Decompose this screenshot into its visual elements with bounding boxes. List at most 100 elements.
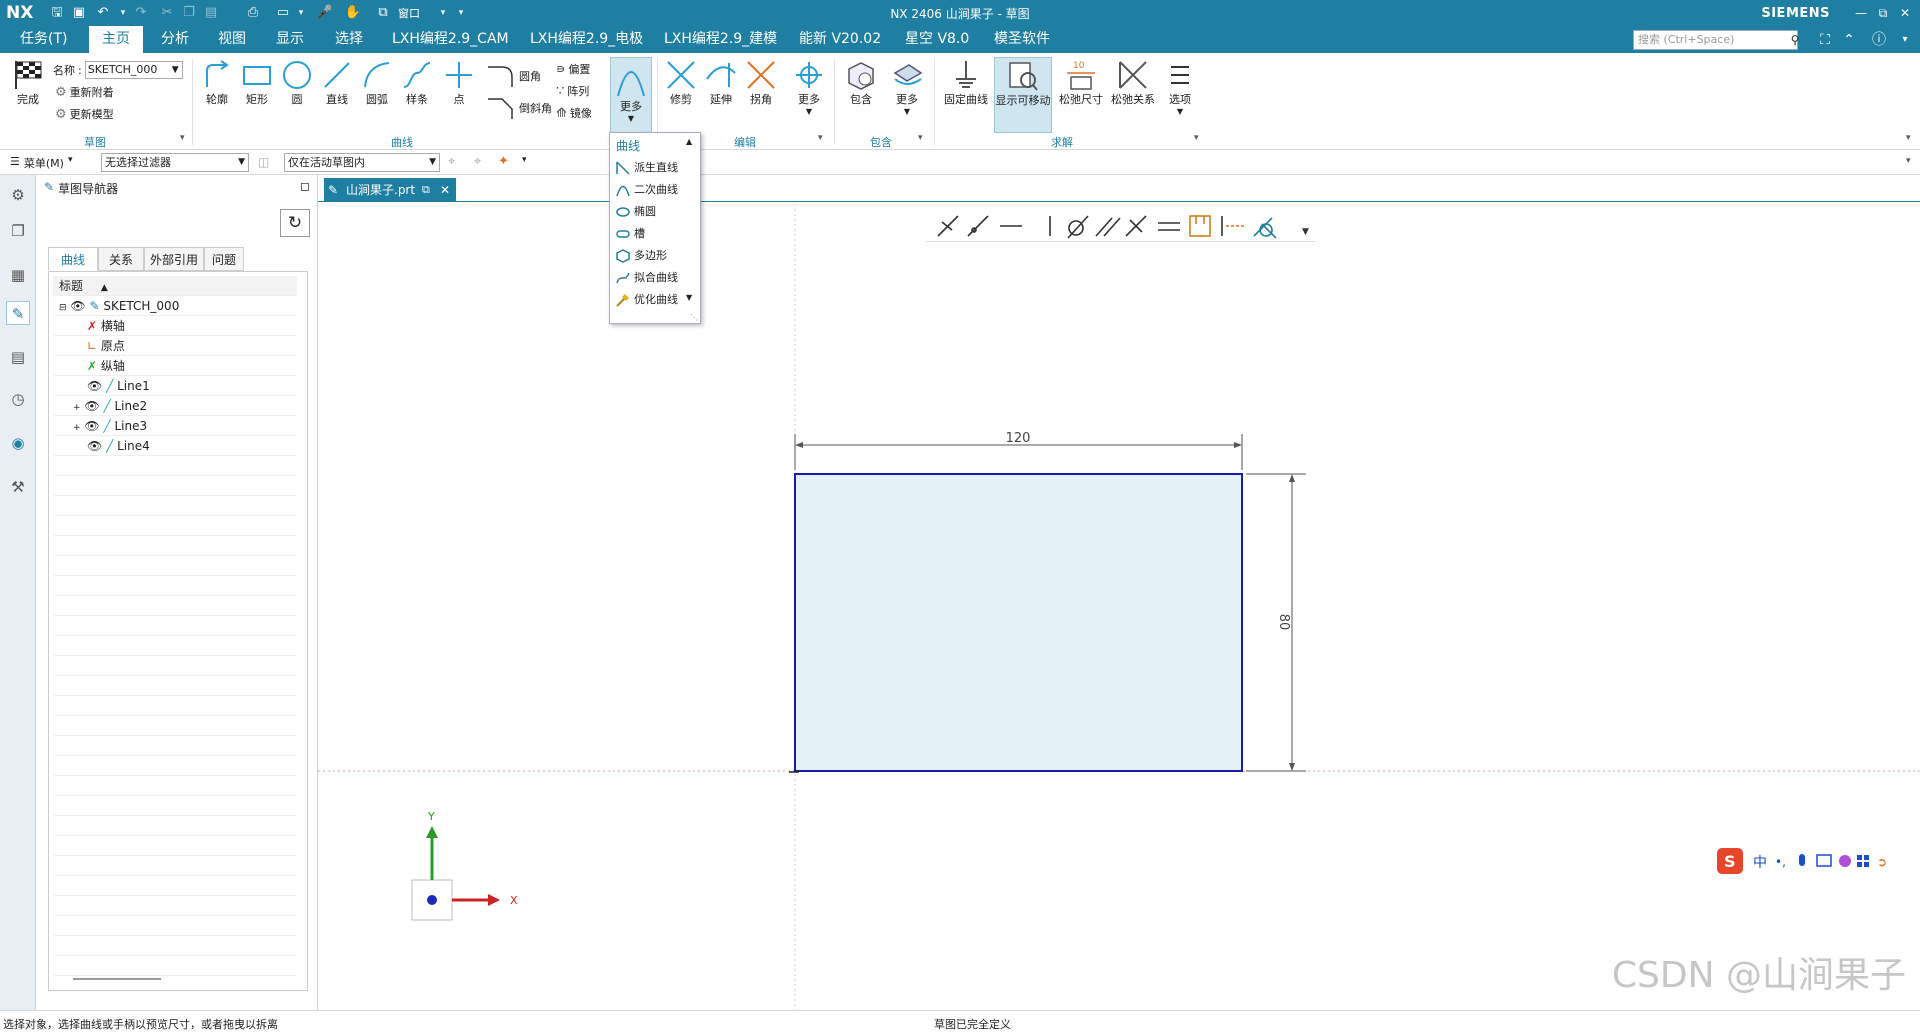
group-edit-more-icon[interactable]: ▾ — [818, 133, 823, 143]
visibility-eye-icon[interactable]: 👁 — [70, 299, 85, 313]
polygon-item[interactable]: 多边形 — [610, 245, 700, 267]
tab-lxh-modeling[interactable]: LXH编程2.9_建模 — [660, 26, 781, 53]
arc-button[interactable]: 圆弧 — [358, 59, 396, 107]
tab-xingkong[interactable]: 星空 V8.0 — [901, 26, 973, 53]
sketch-navigator-icon[interactable]: ✎ — [6, 301, 30, 325]
wrap-button[interactable]: 包含 — [840, 59, 882, 107]
extend-button[interactable]: 延伸 — [702, 59, 740, 107]
point-button[interactable]: 点 — [440, 59, 478, 107]
dim-width-value[interactable]: 120 — [1006, 431, 1031, 446]
search-icon[interactable]: ⚲ — [1786, 31, 1804, 49]
snap-point-icon[interactable]: ⌖ — [448, 154, 455, 169]
tab-select[interactable]: 选择 — [331, 26, 367, 53]
sketch-name-select[interactable]: SKETCH_000 ▼ — [84, 61, 183, 79]
conic-item[interactable]: 二次曲线 — [610, 179, 700, 201]
expand-icon[interactable]: + — [73, 403, 81, 413]
selection-scope-select[interactable]: 仅在活动草图内 ▼ — [284, 153, 440, 172]
reset-filter-icon[interactable]: ◫ — [258, 155, 269, 169]
tree-row-line1[interactable]: 👁 ╱ Line1 — [53, 376, 297, 396]
window-float-icon[interactable]: ⧉ — [422, 178, 430, 202]
main-menu-button[interactable]: ☰ 菜单(M) ▾ — [10, 155, 72, 171]
fit-curve-item[interactable]: 拟合曲线 — [610, 267, 700, 289]
snap-point-2-icon[interactable]: ⌖ — [474, 154, 481, 169]
tab-home[interactable]: 主页 — [89, 26, 143, 53]
command-search-input[interactable]: 搜索 (Ctrl+Space) — [1633, 30, 1798, 50]
tree-row-line3[interactable]: + 👁 ╱ Line3 — [53, 416, 297, 436]
point-on-curve-icon[interactable] — [967, 215, 989, 237]
tangent-icon[interactable] — [1067, 215, 1089, 239]
minimize-icon[interactable]: — — [1850, 4, 1872, 22]
tree-row-sketch[interactable]: ⊟ 👁 ✎ SKETCH_000 — [53, 296, 297, 316]
pattern-button[interactable]: ∵ 阵列 — [556, 83, 589, 99]
sketch-canvas[interactable]: 120 80 Y X — [318, 204, 1920, 1010]
scroll-down-icon[interactable]: ▼ — [686, 293, 692, 302]
line-button[interactable]: 直线 — [318, 59, 356, 107]
tab-mosheng[interactable]: 模圣软件 — [990, 26, 1054, 53]
options-button[interactable]: 选项 ▼ — [1162, 59, 1198, 116]
tab-view[interactable]: 视图 — [214, 26, 250, 53]
tab-task[interactable]: 任务(T) — [16, 26, 71, 53]
scroll-up-icon[interactable]: ▲ — [686, 137, 692, 146]
parallel-icon[interactable] — [1095, 217, 1121, 237]
rectangle-button[interactable]: 矩形 — [238, 59, 276, 107]
trim-button[interactable]: 修剪 — [662, 59, 700, 107]
refresh-button[interactable]: ↻ — [280, 209, 310, 237]
selection-filter-select[interactable]: 无选择过滤器 ▼ — [101, 153, 249, 172]
tab-lxh-electrode[interactable]: LXH编程2.9_电极 — [526, 26, 647, 53]
visibility-eye-icon[interactable]: 👁 — [87, 379, 102, 393]
tab-analysis[interactable]: 分析 — [157, 26, 193, 53]
coincident-icon[interactable] — [937, 215, 959, 237]
collapse-ribbon-icon[interactable]: ⌃ — [1840, 31, 1858, 49]
mirror-button[interactable]: ⟰ 镜像 — [556, 105, 592, 121]
part-navigator-icon[interactable]: ❐ — [6, 219, 30, 243]
gear-icon[interactable]: ⚙ — [6, 183, 30, 207]
update-model-button[interactable]: ⚙ 更新模型 — [55, 106, 114, 122]
finish-sketch-button[interactable]: 完成 — [8, 59, 48, 107]
reuse-library-icon[interactable]: ▤ — [6, 345, 30, 369]
tree-row-x-axis[interactable]: ✗ 横轴 — [53, 316, 297, 336]
reattach-button[interactable]: ⚙ 重新附着 — [55, 84, 114, 100]
role-tools-icon[interactable]: ⚒ — [6, 475, 30, 499]
midpoint-icon[interactable] — [1221, 216, 1244, 236]
history-icon[interactable]: ◷ — [6, 387, 30, 411]
derived-line-item[interactable]: 派生直线 — [610, 157, 700, 179]
help-dropdown-icon[interactable]: ▾ — [1896, 31, 1914, 49]
dim-height-value[interactable]: 80 — [1276, 614, 1291, 631]
curve-more-button[interactable]: 更多 ▼ — [610, 57, 652, 133]
full-screen-icon[interactable]: ⛶ — [1816, 31, 1834, 49]
tree-row-y-axis[interactable]: ✗ 纵轴 — [53, 356, 297, 376]
circle-button[interactable]: 圆 — [278, 59, 316, 107]
expand-icon[interactable]: + — [73, 423, 81, 433]
visibility-eye-icon[interactable]: 👁 — [87, 439, 102, 453]
spline-button[interactable]: 样条 — [398, 59, 436, 107]
offset-button[interactable]: ⋼ 偏置 — [556, 61, 590, 77]
tab-lxh-cam[interactable]: LXH编程2.9_CAM — [388, 26, 513, 53]
slot-item[interactable]: 槽 — [610, 223, 700, 245]
tree-column-header[interactable]: 标题 ▲ — [53, 276, 297, 296]
tab-external-refs[interactable]: 外部引用 — [144, 247, 204, 271]
restore-icon[interactable]: ⧉ — [1872, 4, 1894, 22]
web-browser-icon[interactable]: ◉ — [6, 431, 30, 455]
profile-button[interactable]: 轮廓 — [198, 59, 236, 107]
edit-more-button[interactable]: 更多 ▼ — [790, 59, 828, 116]
visibility-eye-icon[interactable]: 👁 — [84, 419, 99, 433]
fix-curve-button[interactable]: 固定曲线 — [940, 59, 992, 107]
assembly-navigator-icon[interactable]: ▦ — [6, 263, 30, 287]
perpendicular-icon[interactable] — [1125, 215, 1147, 237]
close-icon[interactable]: ✕ — [1894, 4, 1916, 22]
equal-length-icon[interactable] — [1158, 222, 1180, 231]
tree-row-line2[interactable]: + 👁 ╱ Line2 — [53, 396, 297, 416]
tab-relations[interactable]: 关系 — [98, 247, 144, 271]
maximize-panel-icon[interactable]: ◻ — [300, 179, 310, 193]
group-solve-more-icon[interactable]: ▾ — [1194, 133, 1199, 143]
chamfer-button[interactable]: 倒斜角 — [486, 97, 552, 119]
tab-nengxin[interactable]: 能新 V20.02 — [795, 26, 885, 53]
ribbon-options-icon[interactable]: ▾ — [1906, 133, 1911, 143]
tab-problems[interactable]: 问题 — [204, 247, 244, 271]
ime-chinese-label[interactable]: 中 — [1753, 855, 1767, 871]
snap-settings-icon[interactable]: ✦ — [498, 154, 509, 169]
tab-curves[interactable]: 曲线 — [48, 247, 98, 271]
fixed-length-icon[interactable] — [1189, 215, 1211, 237]
visibility-eye-icon[interactable]: 👁 — [84, 399, 99, 413]
relax-relations-button[interactable]: 松弛关系 — [1108, 59, 1158, 107]
